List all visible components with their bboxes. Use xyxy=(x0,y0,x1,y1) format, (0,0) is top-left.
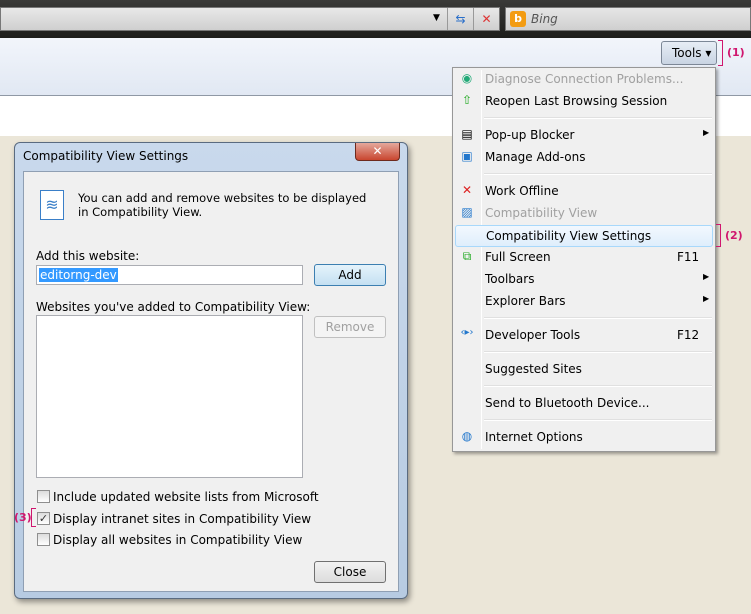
full-screen-icon: ⧉ xyxy=(462,249,472,263)
website-list[interactable] xyxy=(36,315,303,478)
annotation-2: (2) xyxy=(725,229,743,242)
menu-item-bluetooth[interactable]: Send to Bluetooth Device... xyxy=(455,393,713,415)
bing-icon: b xyxy=(510,11,526,27)
addons-icon: ▣ xyxy=(461,149,473,163)
developer-tools-icon: ‹▸› xyxy=(460,327,474,338)
search-provider: Bing xyxy=(531,12,558,26)
add-website-label: Add this website: xyxy=(36,249,140,263)
add-website-input[interactable]: editorng-dev xyxy=(36,265,303,285)
remove-button[interactable]: Remove xyxy=(314,316,386,338)
submenu-arrow-icon: ▶ xyxy=(703,128,710,137)
annotation-3: (3) xyxy=(14,511,32,524)
checkbox-label: Display intranet sites in Compatibility … xyxy=(53,512,312,526)
tools-label: Tools xyxy=(672,46,702,60)
work-offline-icon: ✕ xyxy=(461,183,473,197)
menu-item-reopen[interactable]: ⇧ Reopen Last Browsing Session xyxy=(455,91,713,113)
menu-item-popup-blocker[interactable]: ▤ Pop-up Blocker ▶ xyxy=(455,125,713,147)
reopen-icon: ⇧ xyxy=(461,93,473,107)
display-all-websites-checkbox[interactable] xyxy=(37,533,50,546)
menu-item-internet-options[interactable]: ◍ Internet Options xyxy=(455,427,713,449)
dialog-description: You can add and remove websites to be di… xyxy=(78,191,367,219)
close-icon[interactable]: ✕ xyxy=(355,143,400,161)
menu-item-work-offline[interactable]: ✕ Work Offline xyxy=(455,181,713,203)
tools-button[interactable]: Tools ▾ xyxy=(661,41,717,65)
diagnose-icon: ◉ xyxy=(461,71,473,85)
menu-item-diagnose[interactable]: ◉ Diagnose Connection Problems... xyxy=(455,69,713,91)
search-box[interactable]: b Bing xyxy=(505,7,751,31)
refresh-icon[interactable]: ⇆ xyxy=(447,8,473,30)
menu-item-developer-tools[interactable]: ‹▸› Developer Tools F12 xyxy=(455,325,713,347)
stop-icon[interactable]: ✕ xyxy=(473,8,499,30)
chevron-down-icon: ▾ xyxy=(705,46,712,60)
annotation-bracket xyxy=(716,224,721,247)
display-intranet-checkbox[interactable]: ✓ xyxy=(37,512,50,525)
submenu-arrow-icon: ▶ xyxy=(703,294,710,303)
close-button[interactable]: Close xyxy=(314,561,386,583)
annotation-bracket xyxy=(31,508,36,527)
popup-blocker-icon: ▤ xyxy=(461,127,473,141)
website-list-label: Websites you've added to Compatibility V… xyxy=(36,300,311,314)
menu-item-compatibility-view[interactable]: ▨ Compatibility View xyxy=(455,203,713,225)
menu-item-full-screen[interactable]: ⧉ Full Screen F11 xyxy=(455,247,713,269)
address-bar[interactable]: ▼ ⇆ ✕ xyxy=(0,7,500,31)
menu-item-suggested-sites[interactable]: Suggested Sites xyxy=(455,359,713,381)
include-updated-lists-checkbox[interactable] xyxy=(37,490,50,503)
menu-item-compatibility-view-settings[interactable]: Compatibility View Settings xyxy=(455,225,713,247)
compatibility-view-settings-dialog: Compatibility View Settings ✕ ≋ You can … xyxy=(14,142,408,599)
checkbox-label: Display all websites in Compatibility Vi… xyxy=(53,533,303,547)
dialog-title: Compatibility View Settings xyxy=(23,149,189,163)
checkbox-label: Include updated website lists from Micro… xyxy=(53,490,319,504)
compatibility-view-icon: ▨ xyxy=(461,205,473,219)
submenu-arrow-icon: ▶ xyxy=(703,272,710,281)
dialog-panel: ≋ You can add and remove websites to be … xyxy=(23,171,399,592)
address-dropdown-icon[interactable]: ▼ xyxy=(433,13,440,23)
menu-item-explorer-bars[interactable]: Explorer Bars ▶ xyxy=(455,291,713,313)
menu-item-toolbars[interactable]: Toolbars ▶ xyxy=(455,269,713,291)
internet-options-icon: ◍ xyxy=(461,429,473,443)
tools-menu: ◉ Diagnose Connection Problems... ⇧ Reopen… xyxy=(452,67,716,452)
menu-item-manage-addons[interactable]: ▣ Manage Add-ons xyxy=(455,147,713,169)
annotation-1: (1) xyxy=(727,46,745,59)
add-button[interactable]: Add xyxy=(314,264,386,286)
annotation-bracket xyxy=(718,40,723,66)
compatibility-view-icon: ≋ xyxy=(40,190,64,220)
